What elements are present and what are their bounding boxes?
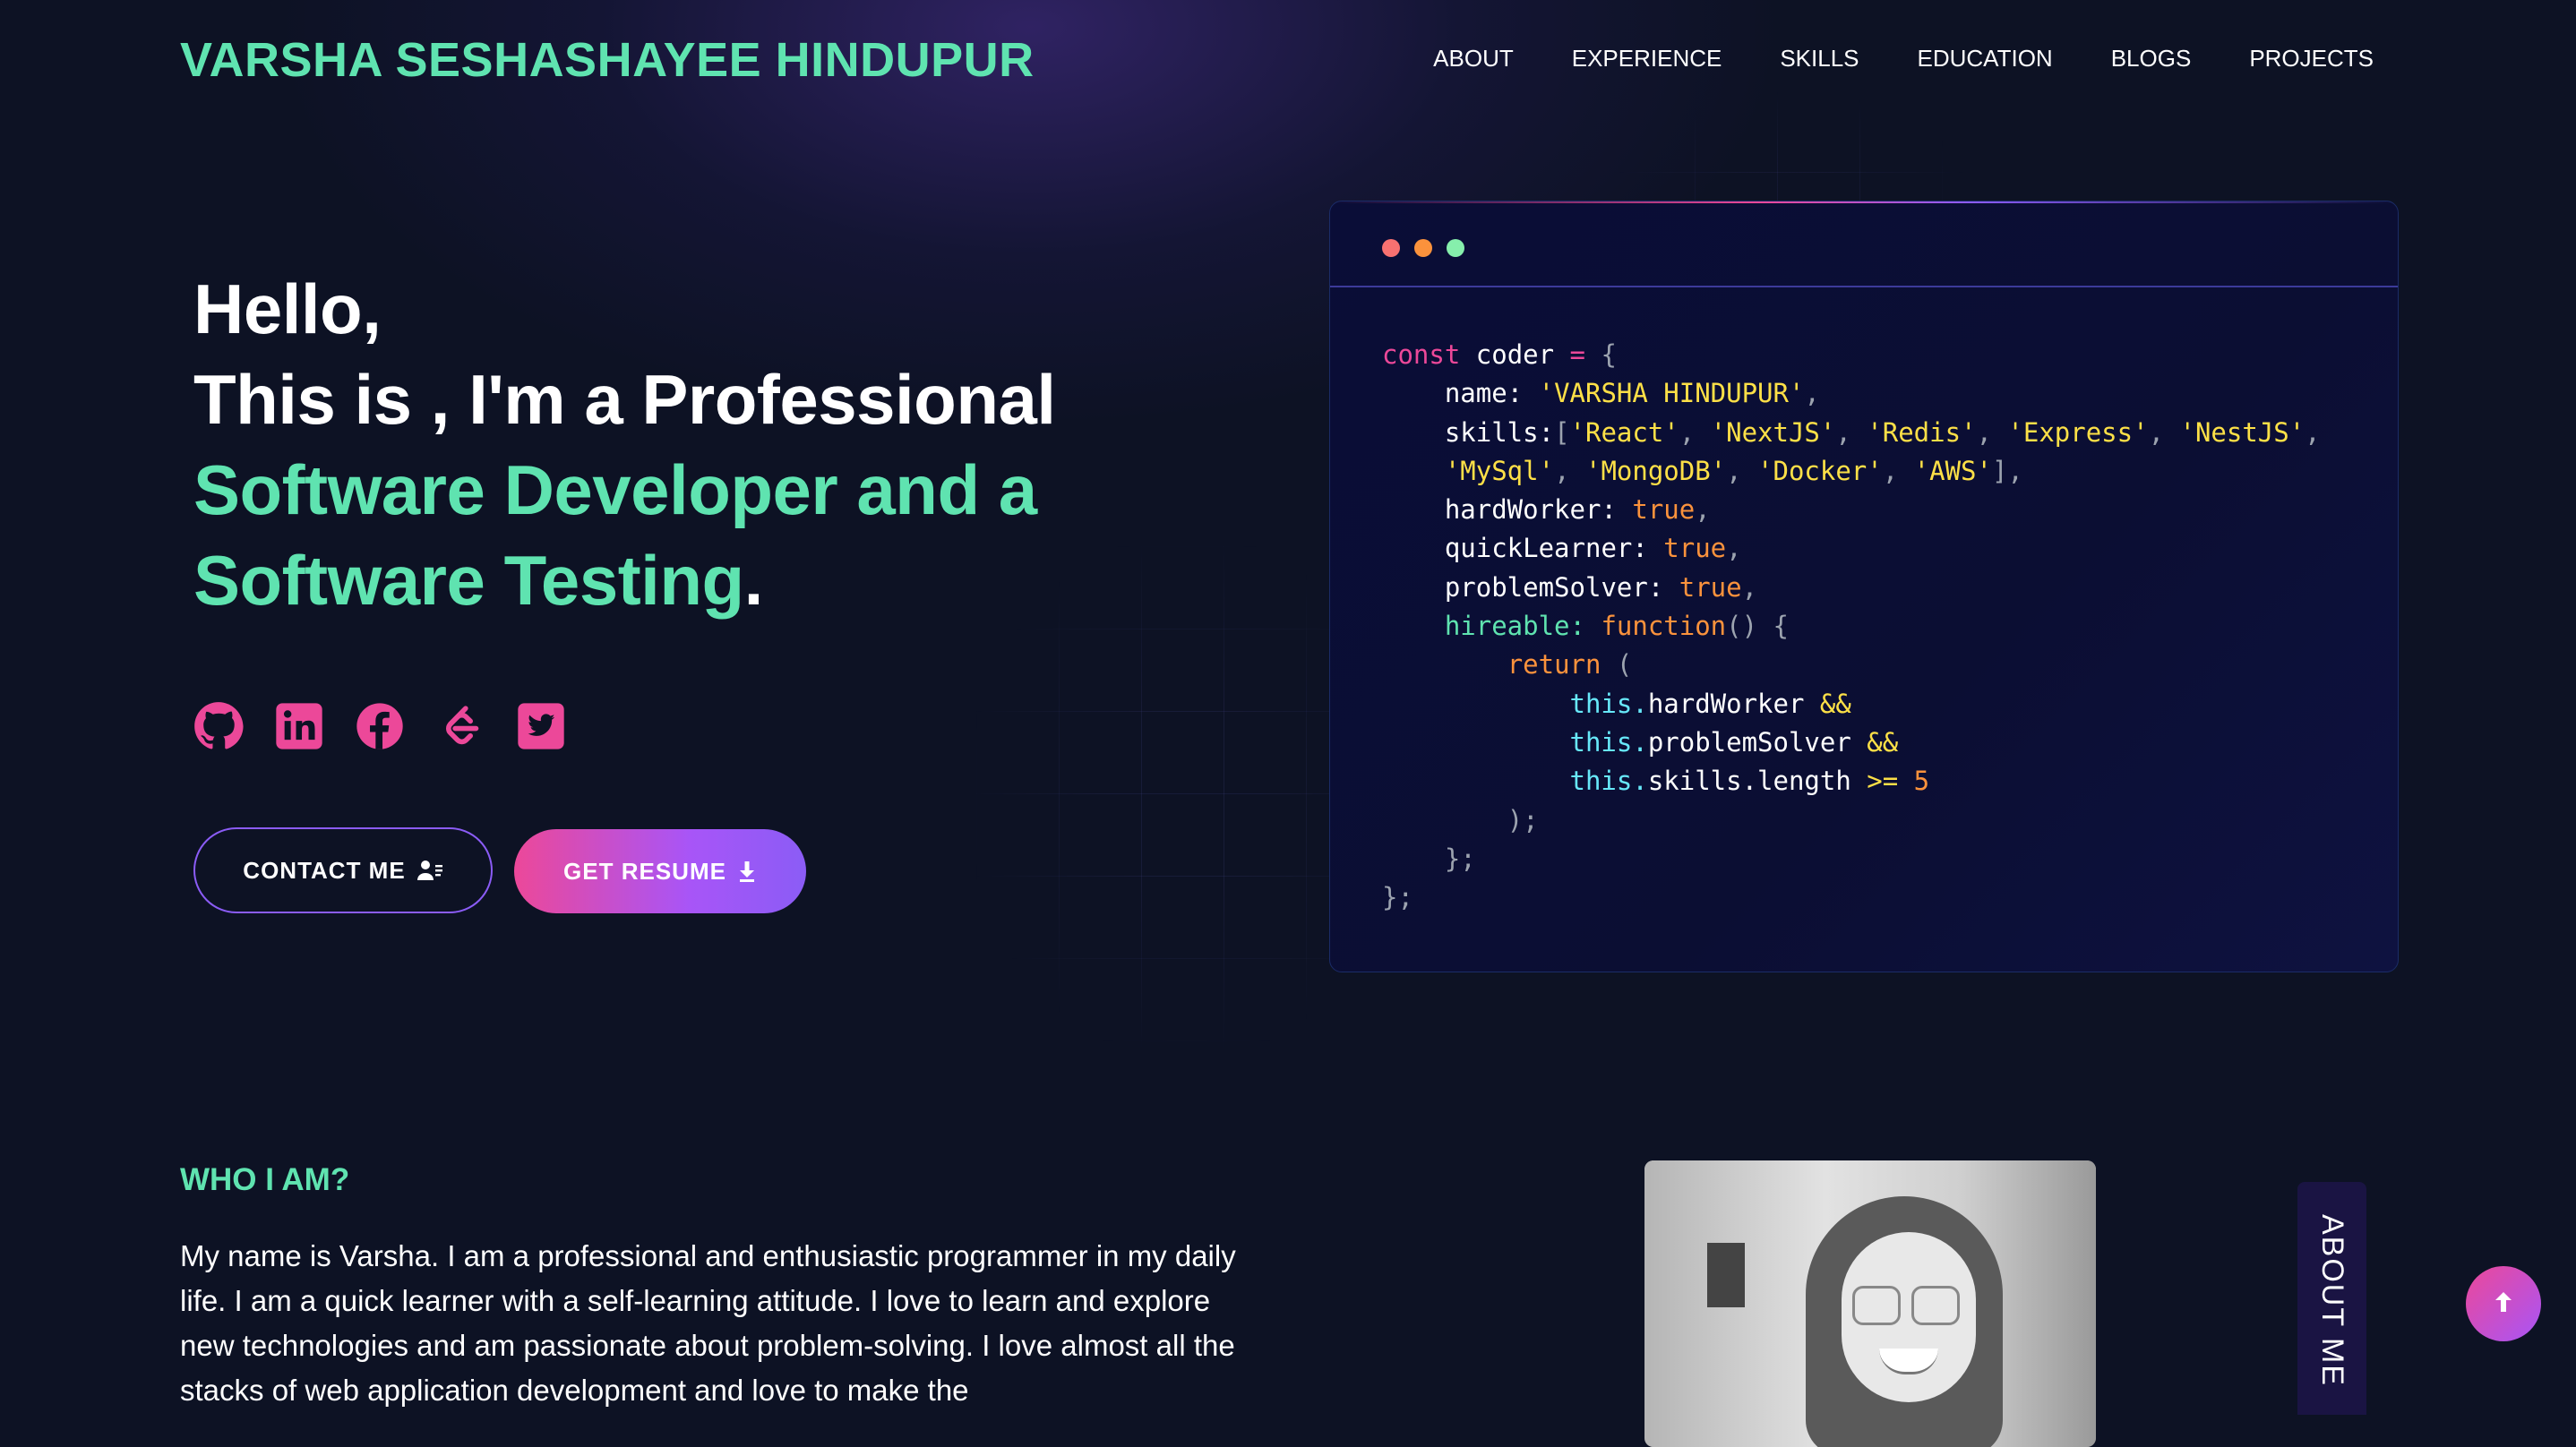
nav-experience[interactable]: EXPERIENCE [1572, 45, 1722, 73]
code-window: const coder = { name: 'VARSHA HINDUPUR',… [1329, 201, 2399, 972]
nav-about[interactable]: ABOUT [1433, 45, 1514, 73]
hero-period: . [743, 541, 764, 620]
site-brand[interactable]: VARSHA SESHASHAYEE HINDUPUR [180, 32, 1035, 88]
code-line-8: hireable: function() { [1444, 611, 1789, 642]
code-line-15: }; [1382, 882, 1413, 913]
nav-blogs[interactable]: BLOGS [2111, 45, 2192, 73]
linkedin-icon[interactable] [274, 701, 324, 751]
code-line-13: ); [1507, 804, 1539, 835]
code-line-6: quickLearner: true, [1444, 533, 1742, 564]
hero-line-greeting: Hello, [193, 270, 382, 348]
code-line-12: this.skills.length >= 5 [1569, 766, 1930, 797]
hero-line-role-2-wrap: Software Testing. [193, 535, 1056, 626]
user-contact-icon [416, 859, 443, 882]
hero-line-role-1: Software Developer and a [193, 450, 1037, 529]
twitter-icon[interactable] [516, 701, 566, 751]
hero-headline: Hello, This is , I'm a Professional Soft… [193, 264, 1056, 626]
code-line-11: this.problemSolver && [1569, 726, 1899, 758]
code-line-3: skills:['React', 'NextJS', 'Redis', 'Exp… [1444, 416, 2321, 448]
github-icon[interactable] [193, 701, 244, 751]
code-window-titlebar [1330, 201, 2398, 287]
social-links [193, 701, 597, 751]
get-resume-label: GET RESUME [563, 857, 726, 885]
code-line-4: 'MySql', 'MongoDB', 'Docker', 'AWS'], [1444, 455, 2023, 486]
code-line-5: hardWorker: true, [1444, 494, 1711, 526]
arrow-up-icon [2493, 1289, 2514, 1319]
leetcode-icon[interactable] [435, 701, 485, 751]
main-nav: ABOUT EXPERIENCE SKILLS EDUCATION BLOGS … [1433, 45, 2374, 73]
window-dot-orange [1414, 239, 1432, 257]
code-line-10: this.hardWorker && [1569, 688, 1851, 719]
contact-me-label: CONTACT ME [243, 856, 406, 884]
hero-line-role-2: Software Testing [193, 541, 744, 620]
scroll-to-top-button[interactable] [2466, 1266, 2541, 1341]
code-line-9: return ( [1507, 649, 1633, 681]
nav-education[interactable]: EDUCATION [1918, 45, 2053, 73]
get-resume-button[interactable]: GET RESUME [514, 829, 806, 913]
hero-line-intro: This is , I'm a Professional [193, 360, 1056, 439]
facebook-icon[interactable] [355, 701, 405, 751]
window-dot-red [1382, 239, 1400, 257]
code-line-1: const coder = { [1382, 339, 1617, 370]
about-me-side-tab[interactable]: ABOUT ME [2297, 1182, 2366, 1415]
about-heading: WHO I AM? [180, 1162, 350, 1197]
download-icon [737, 860, 757, 883]
contact-me-button[interactable]: CONTACT ME [193, 827, 493, 913]
nav-projects[interactable]: PROJECTS [2249, 45, 2374, 73]
code-line-7: problemSolver: true, [1444, 571, 1758, 603]
code-line-14: }; [1444, 843, 1476, 874]
about-me-side-label: ABOUT ME [2315, 1214, 2349, 1387]
about-paragraph: My name is Varsha. I am a professional a… [180, 1239, 1236, 1407]
profile-photo [1644, 1160, 2096, 1447]
window-dot-green [1447, 239, 1464, 257]
code-line-2: name: 'VARSHA HINDUPUR', [1444, 378, 1820, 409]
nav-skills[interactable]: SKILLS [1780, 45, 1859, 73]
code-block: const coder = { name: 'VARSHA HINDUPUR',… [1382, 336, 2321, 917]
